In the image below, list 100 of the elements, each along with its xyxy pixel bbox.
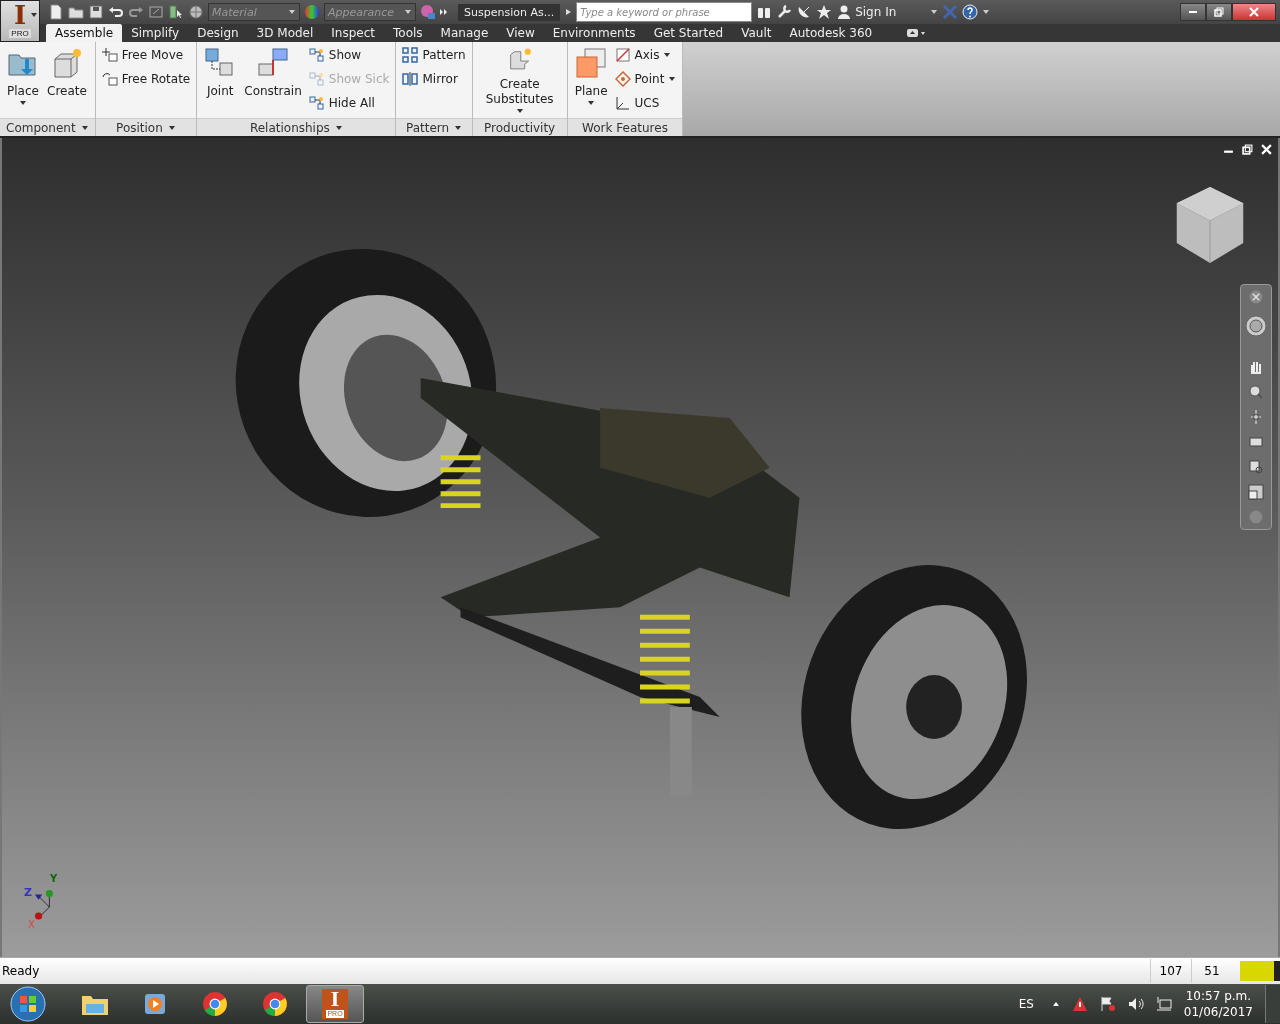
ribbon-tab[interactable]: 3D Model [247,24,323,42]
ribbon-large-button[interactable]: Constrain [241,45,305,117]
link-nodes-icon [308,95,325,111]
zoom-icon[interactable] [1248,384,1264,400]
wrench-icon[interactable] [776,4,793,20]
ribbon-tab[interactable]: Assemble [46,24,123,42]
panel-title[interactable]: Productivity [472,118,567,136]
help-icon[interactable] [962,4,979,20]
ribbon-tab[interactable]: Inspect [322,24,385,42]
warning-icon[interactable] [1071,996,1088,1012]
globe-icon[interactable] [188,4,204,20]
plane-icon [575,47,608,79]
ribbon-toggle-icon[interactable] [905,28,928,38]
caret-icon[interactable] [930,8,939,16]
expand-arrow-icon[interactable] [564,8,573,16]
ribbon-small-button[interactable]: Free Move [99,45,193,65]
hand-pan-icon[interactable] [1248,359,1264,375]
ribbon-large-button[interactable]: Create Substitutes [476,45,563,117]
ribbon-small-button[interactable]: Point [612,69,679,89]
restore-icon [1213,6,1225,18]
caret-icon[interactable] [454,123,463,132]
clock-time: 10:57 p.m. [1185,988,1252,1004]
caret-icon[interactable] [668,75,677,83]
caret-icon[interactable] [587,99,596,107]
ribbon-small-button[interactable]: Mirror [400,69,468,89]
ribbon-large-button[interactable]: Joint [201,45,240,117]
ribbon-tab[interactable]: Design [188,24,248,42]
y-axis-label: Y [50,873,58,884]
caret-icon[interactable] [663,51,672,59]
ribbon-small-button[interactable]: Axis [612,45,679,65]
ribbon-large-button[interactable]: Plane [571,45,611,117]
restore-icon[interactable] [1242,144,1253,155]
panel-title[interactable]: Pattern [396,118,472,136]
caret-icon[interactable] [334,123,343,132]
caret-icon[interactable] [19,99,27,107]
application-menu-button[interactable]: I PRO [0,0,40,42]
start-button[interactable] [8,984,48,1024]
ribbon-tab[interactable]: Autodesk 360 [780,24,882,42]
minimize-button[interactable] [1180,3,1206,21]
ribbon-tab[interactable]: Manage [431,24,498,42]
caret-icon[interactable] [167,123,176,132]
minimize-icon [1189,11,1197,13]
x-axis-label: X [28,919,35,930]
more-chevron-icon[interactable] [440,8,448,16]
open-folder-icon[interactable] [68,4,84,20]
ribbon-tab[interactable]: View [497,24,544,42]
orbit-icon[interactable] [1248,409,1264,425]
link-nodes-icon [308,47,325,63]
ribbon-small-button[interactable]: Pattern [400,45,468,65]
ribbon-small-button[interactable]: UCS [612,93,679,113]
point-icon [614,71,631,87]
select-icon[interactable] [168,4,184,20]
z-axis-label: Z [24,887,32,899]
ribbon-tab[interactable]: Environments [543,24,645,42]
speaker-icon[interactable] [1127,996,1144,1012]
steering-wheel-icon[interactable] [1244,314,1268,338]
window-title: Suspension As... [458,3,561,21]
status-value: 51 [1191,959,1232,983]
color-wheel-icon[interactable] [304,4,320,20]
close-button[interactable] [1232,3,1276,21]
look-at-icon[interactable] [1248,484,1264,500]
panel-title[interactable]: Work Features [567,118,683,136]
new-document-icon[interactable] [48,4,64,20]
close-icon[interactable] [1261,144,1272,155]
flag-icon[interactable] [1099,996,1116,1012]
language-indicator[interactable]: ES [1018,997,1034,1011]
browser-icon [261,991,289,1017]
rotate-arrow-icon [101,71,118,87]
star-icon[interactable] [816,4,833,20]
show-desktop-button[interactable] [1265,985,1280,1023]
show-hidden-icons-icon[interactable] [1051,1000,1060,1008]
ribbon-tab[interactable]: Tools [384,24,432,42]
ribbon-tab[interactable]: Get Started [644,24,733,42]
search-field[interactable]: Type a keyword or phrase [576,2,753,22]
ribbon-small-button[interactable]: Show [306,45,392,65]
ribbon-small-button[interactable]: Free Rotate [99,69,193,89]
panel-title[interactable]: Relationships [197,118,396,136]
caret-icon[interactable] [80,123,89,132]
view-face-icon[interactable] [1248,434,1264,450]
grid-squares-icon [402,47,419,63]
caret-icon[interactable] [30,11,38,19]
save-icon[interactable] [88,4,104,20]
caret-icon[interactable] [982,8,991,16]
caret-icon[interactable] [515,107,524,115]
restore-button[interactable] [1206,3,1232,21]
network-icon[interactable] [1155,996,1172,1012]
panel-title[interactable]: Position [95,118,197,136]
ribbon-large-button[interactable]: Create [44,45,90,117]
ribbon-tab[interactable]: Vault [732,24,781,42]
undo-icon[interactable] [108,4,124,20]
zoom-selected-icon[interactable] [1248,459,1264,475]
panel-title[interactable]: Component [0,118,95,136]
clock[interactable]: 10:57 p.m. 01/06/2017 [1183,988,1253,1020]
squares-icon [257,47,289,79]
redo-icon[interactable] [128,4,144,20]
ucs-icon [614,95,631,111]
ribbon-small-button[interactable]: Hide All [306,93,392,113]
ribbon-tab[interactable]: Simplify [122,24,189,42]
ribbon-large-button[interactable]: Place [4,45,42,117]
sign-in-button[interactable]: Sign In [836,4,927,20]
